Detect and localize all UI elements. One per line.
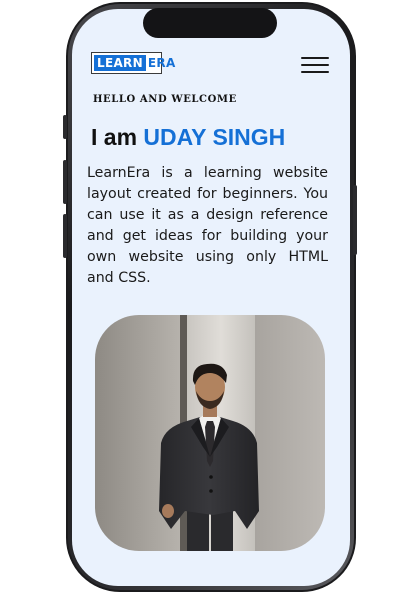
logo-text-era: ERA — [147, 56, 176, 70]
site-logo[interactable]: LEARN ERA — [91, 52, 175, 74]
headline-prefix: I am — [91, 124, 144, 150]
dynamic-island — [143, 8, 277, 38]
phone-side-button — [63, 214, 67, 258]
page-title: I am UDAY SINGH — [91, 124, 285, 151]
hamburger-menu-icon[interactable] — [301, 56, 329, 74]
menu-bar — [301, 64, 329, 66]
menu-bar — [301, 57, 329, 59]
profile-photo — [95, 315, 325, 551]
logo-text-learn: LEARN — [94, 55, 146, 71]
phone-side-button — [353, 185, 357, 255]
phone-side-button — [63, 160, 67, 204]
headline-name: UDAY SINGH — [143, 124, 286, 150]
intro-paragraph: LearnEra is a learning website layout cr… — [87, 165, 328, 286]
menu-bar — [301, 71, 329, 73]
greeting-text: HELLO AND WELCOME — [93, 94, 237, 105]
phone-side-button — [63, 115, 67, 139]
